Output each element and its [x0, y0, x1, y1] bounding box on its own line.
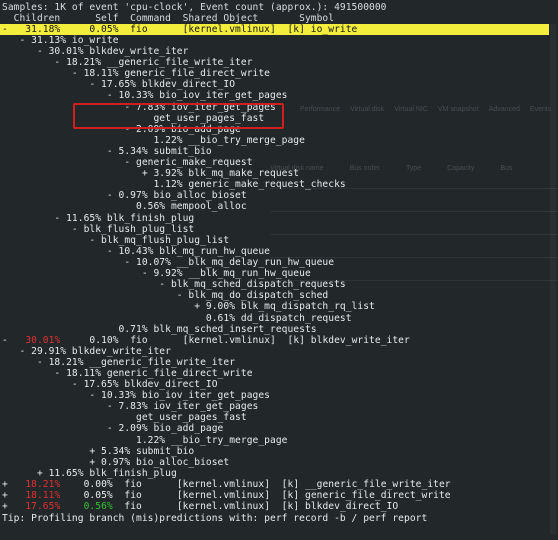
tree-line[interactable]: - blk_mq_sched_dispatch_requests	[2, 279, 346, 290]
tree-line[interactable]: - blk_mq_flush_plug_list	[2, 235, 229, 246]
scrollbar[interactable]	[550, 24, 556, 534]
tree-line[interactable]: 0.61% dd_dispatch_request	[2, 313, 352, 324]
row-generic-file-write-iter[interactable]: + 18.21% 0.00% fio [kernel.vmlinux] [k] …	[2, 479, 451, 490]
samples-summary: Samples: 1K of event 'cpu-clock', Event …	[2, 2, 387, 13]
tree-line[interactable]: - 18.11% generic_file_direct_write	[2, 368, 253, 379]
tree-line[interactable]: - blk_flush_plug_list	[2, 224, 194, 235]
ghost-tab: Advanced	[488, 106, 520, 113]
ghost-col: Bus	[500, 165, 513, 172]
tree-line[interactable]: - 11.65% blk_finish_plug	[2, 213, 194, 224]
tree-line[interactable]: - 18.21% __generic_file_write_iter	[2, 57, 253, 68]
row-prefix: +	[2, 490, 26, 501]
row-rest: fio [kernel.vmlinux] [k] generic_file_di…	[112, 490, 451, 501]
row-generic-file-direct-write[interactable]: + 18.11% 0.05% fio [kernel.vmlinux] [k] …	[2, 490, 451, 501]
tree-line[interactable]: 1.22% __bio_try_merge_page	[2, 435, 287, 446]
tree-line[interactable]: + 3.92% blk_mq_make_request	[2, 168, 299, 179]
row-prefix: +	[2, 501, 26, 512]
ghost-tabs: Performance Virtual disk Virtual NIC VM …	[300, 106, 551, 113]
self-percent: 0.00%	[83, 479, 113, 490]
ghost-tab: VM snapshot	[437, 106, 479, 113]
terminal-window: Performance Virtual disk Virtual NIC VM …	[0, 0, 558, 540]
tree-line[interactable]: + 5.34% submit_bio	[2, 446, 194, 457]
tree-line[interactable]: 1.22% __bio_try_merge_page	[2, 135, 305, 146]
tree-line[interactable]: - 31.13% io_write	[2, 35, 119, 46]
tree-line[interactable]: - 17.65% blkdev_direct_IO	[2, 379, 218, 390]
tip-line: Tip: Profiling branch (mis)predictions w…	[2, 513, 428, 524]
ghost-col: Capacity	[447, 165, 475, 172]
row-rest: fio [kernel.vmlinux] [k] __generic_file_…	[112, 479, 451, 490]
tree-line[interactable]: - 2.09% bio_add_page	[2, 423, 223, 434]
self-percent: 0.56%	[83, 501, 113, 512]
tree-line[interactable]: - 7.83% iov_iter_get_pages	[2, 401, 258, 412]
row-rest: 0.10% fio [kernel.vmlinux] [k] blkdev_wr…	[60, 335, 410, 346]
tree-line[interactable]: + 11.65% blk_finish_plug	[2, 468, 177, 479]
tree-line[interactable]: - blk_mq_do_dispatch_sched	[2, 290, 328, 301]
tree-line[interactable]: - generic_make_request	[2, 157, 253, 168]
tree-line[interactable]: get_user_pages_fast	[2, 412, 247, 423]
ghost-tab: Events	[529, 106, 552, 113]
tree-line[interactable]: 0.56% mempool_alloc	[2, 201, 247, 212]
ghost-tab: Virtual disk	[350, 106, 385, 113]
row-prefix: +	[2, 479, 26, 490]
children-percent: 30.01%	[25, 335, 61, 346]
ghost-col: Type	[405, 165, 422, 172]
tree-line[interactable]: 0.71% blk_mq_sched_insert_requests	[2, 324, 317, 335]
tree-line[interactable]: - 18.21% __generic_file_write_iter	[2, 357, 235, 368]
tree-line[interactable]: - 18.11% generic_file_direct_write	[2, 68, 270, 79]
tree-line[interactable]: - 0.97% bio_alloc_bioset	[2, 190, 247, 201]
row-blkdev-write-iter[interactable]: - 30.01% 0.10% fio [kernel.vmlinux] [k] …	[2, 335, 410, 346]
row-blkdev-direct-io[interactable]: + 17.65% 0.56% fio [kernel.vmlinux] [k] …	[2, 501, 398, 512]
children-percent: 18.21%	[25, 479, 61, 490]
row-rest: fio [kernel.vmlinux] [k] blkdev_direct_I…	[112, 501, 399, 512]
row-prefix: -	[2, 335, 26, 346]
tree-line[interactable]: + 9.00% blk_mq_dispatch_rq_list	[2, 301, 375, 312]
tree-line[interactable]: - 10.07% __blk_mq_delay_run_hw_queue	[2, 257, 334, 268]
tree-line[interactable]: - 10.33% bio_iov_iter_get_pages	[2, 390, 270, 401]
ghost-tab: Virtual NIC	[394, 106, 428, 113]
highlight-box-get-user-pages-fast	[73, 103, 284, 129]
tree-line[interactable]: - 29.91% blkdev_write_iter	[2, 346, 171, 357]
tree-line[interactable]: - 10.33% bio_iov_iter_get_pages	[2, 90, 288, 101]
tree-line[interactable]: - 5.34% submit_bio	[2, 146, 212, 157]
selected-row[interactable]: - 31.18% 0.05% fio [kernel.vmlinux] [k] …	[2, 24, 357, 35]
column-headers: Children Self Command Shared Object Symb…	[2, 13, 335, 24]
tree-line[interactable]: - 17.65% blkdev_direct_IO	[2, 79, 235, 90]
tree-line[interactable]: + 0.97% bio_alloc_bioset	[2, 457, 229, 468]
children-percent: 18.11%	[25, 490, 61, 501]
tree-line[interactable]: - 30.01% blkdev_write_iter	[2, 46, 188, 57]
self-percent: 0.05%	[83, 490, 113, 501]
children-percent: 17.65%	[25, 501, 61, 512]
tree-line[interactable]: - 9.92% __blk_mq_run_hw_queue	[2, 268, 311, 279]
tree-line[interactable]: 1.12% generic_make_request_checks	[2, 179, 346, 190]
ghost-col: Bus order	[349, 165, 380, 172]
ghost-tab: Performance	[300, 106, 341, 113]
tree-line[interactable]: - 10.43% blk_mq_run_hw_queue	[2, 246, 270, 257]
ghost-columns: Virtual disk name Bus order Type Capacit…	[270, 165, 512, 172]
